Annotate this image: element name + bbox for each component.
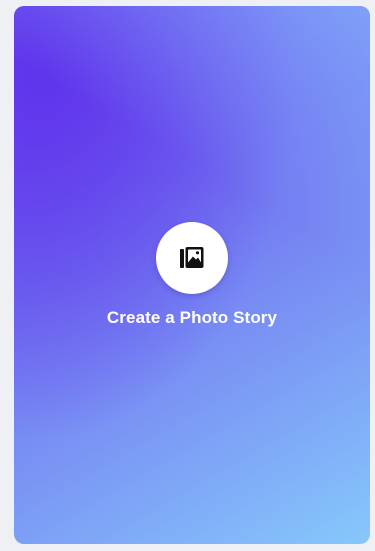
photo-icon-button[interactable] — [156, 222, 228, 294]
page-background: Create a Photo Story — [0, 0, 375, 551]
create-photo-story-label: Create a Photo Story — [106, 308, 278, 327]
create-photo-story-card[interactable]: Create a Photo Story — [14, 6, 370, 544]
photo-stack-icon — [177, 243, 207, 273]
